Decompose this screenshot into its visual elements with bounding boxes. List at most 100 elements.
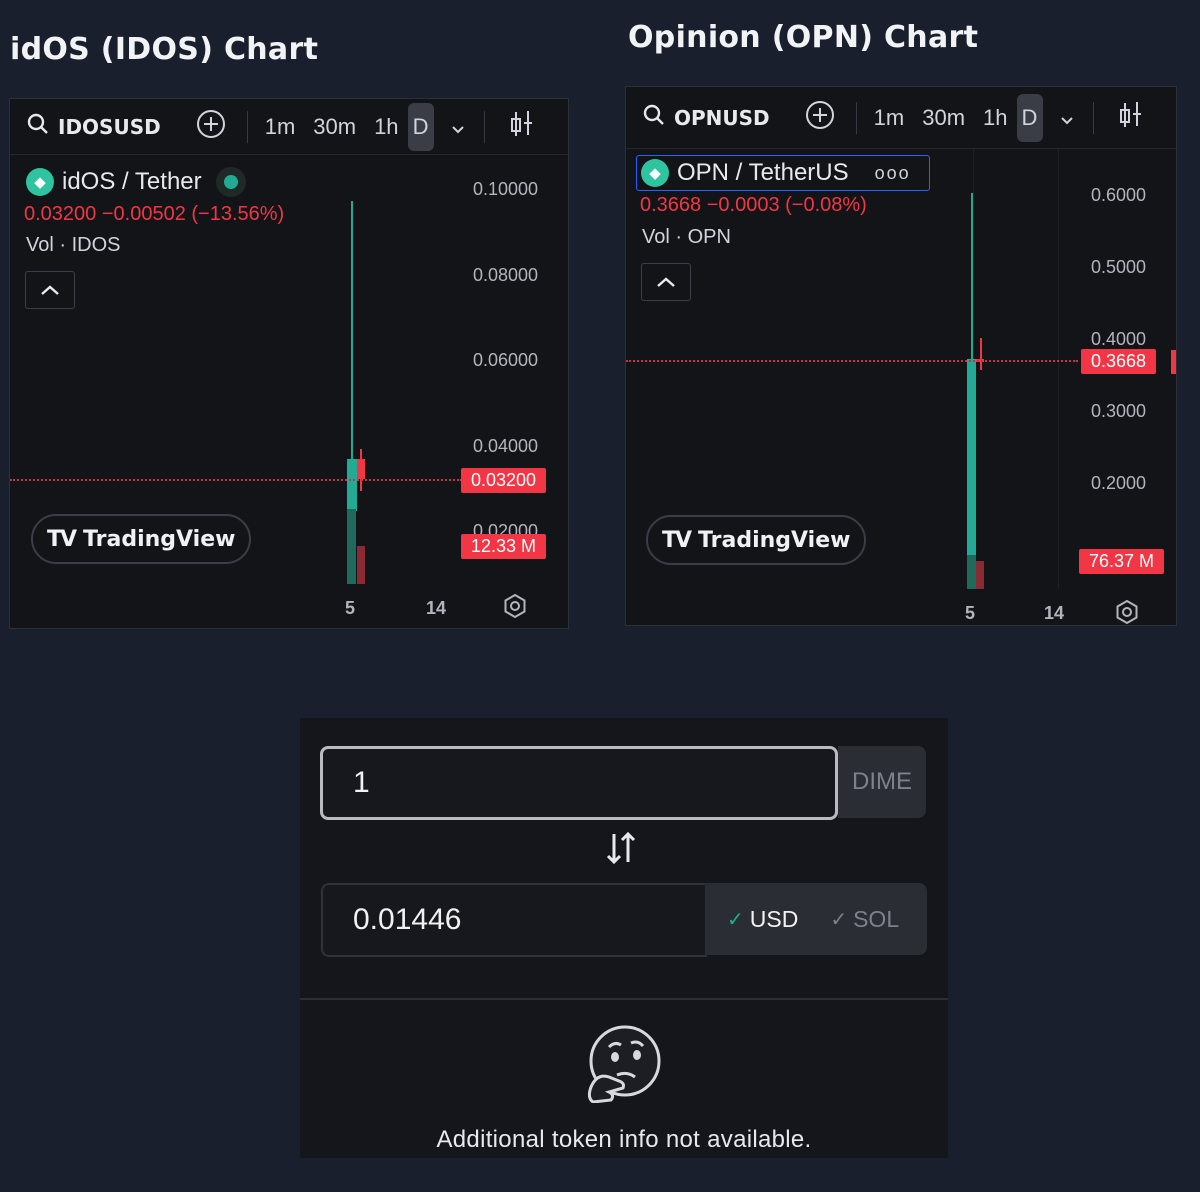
swap-arrows-icon[interactable] [605, 830, 637, 875]
diamond-icon: ◆ [641, 159, 669, 187]
current-price-tag: 0.03200 [461, 468, 547, 493]
candles-icon [509, 109, 535, 145]
tradingview-badge[interactable]: TV TradingView [31, 514, 252, 564]
price-axis-label: 0.4000 [1091, 329, 1147, 349]
search-icon [26, 112, 50, 142]
divider [300, 998, 948, 1000]
search-icon [642, 103, 666, 133]
timeframe-d[interactable]: D [1016, 93, 1043, 142]
candles-icon [1118, 100, 1144, 136]
currency-selector: ✓ USD ✓ SOL [705, 883, 927, 955]
current-price-line [10, 479, 462, 481]
opn-chart-panel[interactable]: OPNUSD 1m 30m 1h D ◆ OPN / TetherUS ooo … [625, 86, 1177, 626]
toolbar-divider [1092, 101, 1094, 134]
date-axis-label: 14 [426, 598, 447, 618]
volume-bar [347, 509, 356, 584]
opn-legend-pair[interactable]: ◆ OPN / TetherUS ooo [636, 155, 930, 191]
check-icon: ✓ [830, 908, 848, 931]
tradingview-brand-text: TradingView [83, 526, 236, 552]
date-axis-label: 5 [345, 598, 356, 618]
timeframe-dropdown[interactable] [448, 114, 468, 140]
plus-circle-icon [804, 99, 836, 137]
volume-bar [967, 555, 976, 589]
idos-chart-title: idOS (IDOS) Chart [10, 32, 319, 67]
idos-volume-label: Vol · IDOS [26, 234, 121, 256]
price-axis-label: 0.2000 [1091, 473, 1147, 493]
opn-price-change: 0.3668 −0.0003 (−0.08%) [640, 194, 867, 216]
price-axis-label: 0.06000 [473, 350, 539, 370]
check-icon: ✓ [727, 908, 744, 931]
candle-body-down [357, 459, 365, 479]
opn-chart-title: Opinion (OPN) Chart [628, 20, 979, 55]
compare-add-button[interactable] [195, 108, 227, 146]
timeframe-30m[interactable]: 30m [913, 105, 974, 131]
date-axis-label: 5 [965, 603, 976, 623]
tradingview-logo-icon: TV [47, 526, 77, 552]
timeframe-1h[interactable]: 1h [974, 105, 1016, 131]
no-info-message: Additional token info not available. [436, 1126, 812, 1153]
grid-line [1058, 149, 1059, 589]
amount-unit: DIME [838, 746, 926, 818]
tradingview-brand-text: TradingView [698, 527, 851, 553]
opn-volume-label: Vol · OPN [642, 226, 731, 248]
volume-tag: 76.37 M [1079, 549, 1165, 574]
idos-symbol-search[interactable]: IDOSUSD [26, 112, 161, 142]
opn-toolbar: OPNUSD 1m 30m 1h D [626, 87, 1176, 149]
plus-circle-icon [195, 108, 227, 146]
compare-add-button[interactable] [804, 99, 836, 137]
currency-label: SOL [853, 905, 900, 932]
price-axis-label: 0.6000 [1091, 185, 1147, 205]
converted-amount: 0.01446 [321, 883, 707, 957]
currency-option-sol[interactable]: ✓ SOL [830, 906, 899, 933]
candle-body-up [347, 459, 357, 511]
timeframe-30m[interactable]: 30m [304, 114, 365, 140]
chevron-up-icon [656, 272, 676, 293]
tradingview-logo-icon: TV [662, 527, 692, 553]
idos-pair-label: idOS / Tether [62, 168, 202, 195]
amount-input[interactable]: 1 [320, 746, 838, 820]
opn-symbol-search[interactable]: OPNUSD [642, 103, 770, 133]
current-price-tag: 0.3668 [1081, 349, 1157, 374]
collapse-legend-button[interactable] [25, 271, 75, 309]
current-price-line [626, 360, 1078, 362]
price-axis-label: 0.3000 [1091, 401, 1147, 421]
currency-label: USD [749, 905, 799, 932]
chevron-down-icon [1060, 105, 1074, 131]
collapse-legend-button[interactable] [641, 263, 691, 301]
candle-body-up [967, 359, 976, 559]
opn-pair-label: OPN / TetherUS [677, 159, 849, 186]
idos-symbol-label: IDOSUSD [58, 114, 161, 139]
idos-legend-pair[interactable]: ◆ idOS / Tether [26, 167, 246, 197]
idos-chart-panel[interactable]: IDOSUSD 1m 30m 1h D ◆ idOS / Tether 0.03… [9, 98, 569, 629]
timeframe-1h[interactable]: 1h [365, 114, 407, 140]
timeframe-1m[interactable]: 1m [256, 114, 305, 140]
thinking-face-icon [585, 1025, 663, 1104]
price-axis-label: 0.5000 [1091, 257, 1147, 277]
price-axis-label: 0.08000 [473, 265, 539, 285]
more-options-icon[interactable]: ooo [875, 163, 911, 184]
timeframe-1m[interactable]: 1m [865, 105, 914, 131]
settings-gear-icon[interactable] [1114, 599, 1140, 625]
date-axis-label: 14 [1044, 603, 1065, 623]
toolbar-divider [246, 110, 248, 143]
idos-toolbar: IDOSUSD 1m 30m 1h D [10, 99, 568, 155]
chart-type-button[interactable] [509, 109, 535, 145]
candle-wick [980, 338, 982, 370]
tradingview-badge[interactable]: TV TradingView [646, 515, 867, 565]
timeframe-d[interactable]: D [407, 102, 434, 151]
chevron-up-icon [40, 280, 60, 301]
chevron-down-icon [451, 114, 465, 140]
settings-gear-icon[interactable] [502, 593, 528, 626]
live-status-dot [215, 167, 246, 197]
currency-option-usd[interactable]: ✓ USD [727, 906, 798, 933]
opn-symbol-label: OPNUSD [674, 105, 770, 130]
price-axis-label: 0.10000 [473, 179, 539, 199]
toolbar-divider [855, 101, 857, 134]
timeframe-dropdown[interactable] [1057, 105, 1077, 131]
toolbar-divider [483, 110, 485, 143]
token-converter: 1 DIME 0.01446 ✓ USD ✓ SOL Additional to… [300, 718, 948, 1158]
chart-type-button[interactable] [1118, 100, 1144, 136]
volume-bar [976, 561, 984, 589]
idos-price-change: 0.03200 −0.00502 (−13.56%) [24, 203, 285, 225]
diamond-icon: ◆ [26, 168, 54, 196]
